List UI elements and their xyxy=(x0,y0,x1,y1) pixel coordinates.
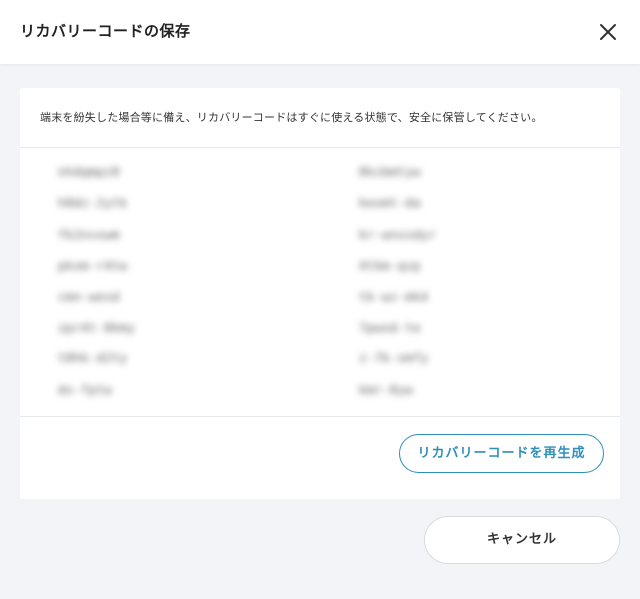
recovery-code: zpr4t-8kmy xyxy=(58,321,136,335)
recovery-code: kr-wnxsdyr xyxy=(359,228,437,242)
divider xyxy=(20,147,620,148)
cancel-button[interactable]: キャンセル xyxy=(424,516,620,564)
close-button[interactable] xyxy=(596,20,620,44)
recovery-code: h8dz-2ytk xyxy=(58,196,128,210)
storage-note: 端末を紛失した場合等に備え、リカバリーコードはすぐに使える状態で、安全に保管して… xyxy=(40,111,543,124)
recovery-code: tk-wz-mk4 xyxy=(359,290,429,304)
recovery-code: 4tkm-qzp xyxy=(359,259,421,273)
recovery-code-card: 端末を紛失した場合等に備え、リカバリーコードはすぐに使える状態で、安全に保管して… xyxy=(20,88,620,499)
recovery-code: nhdqmpz8 xyxy=(58,165,120,179)
recovery-code: 8kzbmtyw xyxy=(359,165,421,179)
recovery-code: fk2nvxwm xyxy=(58,228,120,242)
dialog-header: リカバリーコードの保存 xyxy=(0,0,640,64)
recovery-code: 7pwxd-te xyxy=(359,321,421,335)
recovery-code: dx-fptw xyxy=(58,383,113,397)
recovery-code: t8hk-d2ty xyxy=(58,351,128,365)
close-icon xyxy=(600,24,616,40)
recovery-code: kmr-8yw xyxy=(359,383,414,397)
recovery-code: pkxm-r4tw xyxy=(58,259,128,273)
recovery-code: cmn-wexd xyxy=(58,290,120,304)
divider xyxy=(20,416,620,417)
dialog-title: リカバリーコードの保存 xyxy=(20,22,191,40)
recovery-code-dialog: リカバリーコードの保存 端末を紛失した場合等に備え、リカバリーコードはすぐに使え… xyxy=(0,0,640,599)
recovery-code: z-7k-xmfy xyxy=(359,351,429,365)
regenerate-codes-button[interactable]: リカバリーコードを再生成 xyxy=(399,434,604,473)
recovery-code: kexmt-da xyxy=(359,196,421,210)
